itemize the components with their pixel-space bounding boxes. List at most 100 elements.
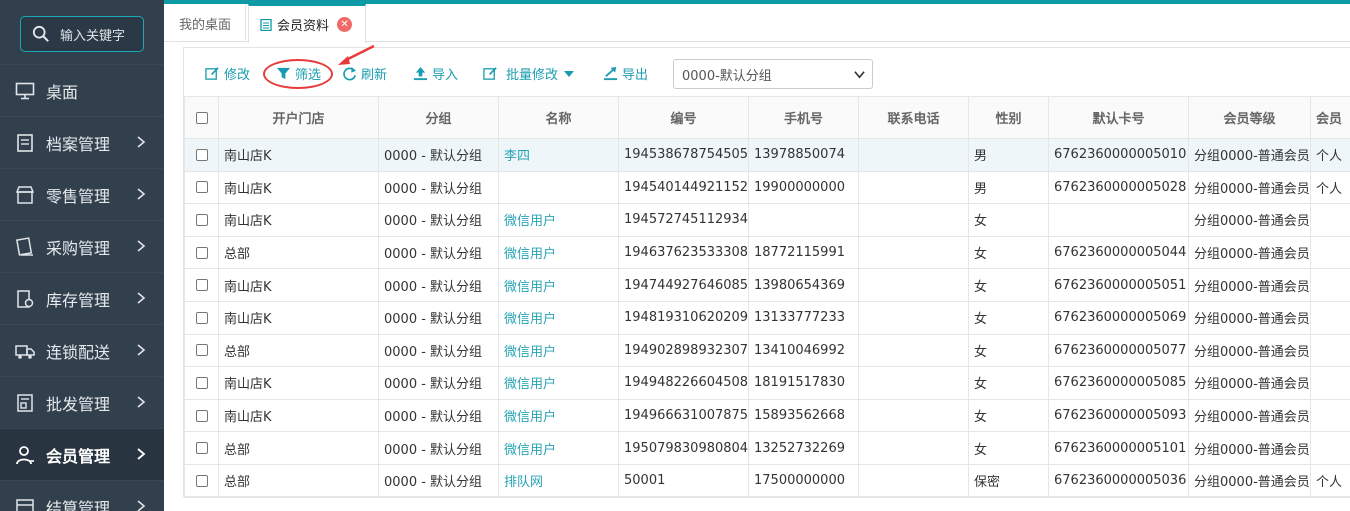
sidebar-item-desktop[interactable]: 桌面 <box>0 64 164 116</box>
id-cell: 1949028989323079 <box>618 333 749 368</box>
sidebar-item-retail[interactable]: 零售管理 <box>0 168 164 220</box>
sidebar-item-wholesale[interactable]: 批发管理 <box>0 376 164 428</box>
phone-cell <box>858 463 969 498</box>
sidebar-item-archive[interactable]: 档案管理 <box>0 116 164 168</box>
column-header[interactable]: 会员等级 <box>1188 96 1311 139</box>
row-checkbox[interactable] <box>195 474 208 487</box>
row-checkbox[interactable] <box>195 279 208 292</box>
column-header[interactable]: 名称 <box>498 96 619 139</box>
row-checkbox[interactable] <box>195 442 208 455</box>
select-all-checkbox-cell[interactable] <box>184 96 219 139</box>
batch-edit-button[interactable]: 批量修改 <box>483 64 578 83</box>
column-header[interactable]: 分组 <box>378 96 499 139</box>
table-row[interactable]: 总部 0000 - 默认分组 微信用户 1950798309808041 1325273… <box>184 431 1350 465</box>
row-checkbox[interactable] <box>195 148 208 161</box>
sidebar-item-settlement[interactable]: 结算管理 <box>0 480 164 511</box>
chevron-down-icon <box>854 71 865 79</box>
column-header[interactable]: 编号 <box>618 96 749 139</box>
tab-my-desktop[interactable]: 我的桌面 <box>164 4 246 42</box>
column-header[interactable]: 开户门店 <box>218 96 379 139</box>
tab-label: 会员资料 <box>277 19 330 34</box>
type-cell <box>1310 235 1350 270</box>
edit-button[interactable]: 修改 <box>205 64 250 83</box>
table-row[interactable]: 南山店K 0000 - 默认分组 微信用户 1948193106202095 13133… <box>184 300 1350 335</box>
name-cell[interactable]: 李四 <box>498 138 619 172</box>
row-checkbox[interactable] <box>195 181 208 194</box>
row-checkbox-cell[interactable] <box>184 463 219 498</box>
close-tab-icon[interactable]: ✕ <box>337 17 353 32</box>
column-header[interactable]: 联系电话 <box>858 96 969 139</box>
type-cell <box>1310 203 1350 237</box>
column-header[interactable]: 手机号 <box>748 96 859 139</box>
row-checkbox-cell[interactable] <box>184 431 219 465</box>
sidebar-item-purchase[interactable]: 采购管理 <box>0 220 164 272</box>
row-checkbox-cell[interactable] <box>184 268 219 302</box>
column-header[interactable]: 性别 <box>968 96 1049 139</box>
table-body: 南山店K 0000 - 默认分组 李四 1945386787545051 1397885… <box>184 138 1350 498</box>
row-checkbox-cell[interactable] <box>184 398 219 433</box>
row-checkbox-cell[interactable] <box>184 235 219 270</box>
row-checkbox-cell[interactable] <box>184 170 219 205</box>
gender-cell: 女 <box>968 235 1049 270</box>
sidebar-search[interactable]: 输入关键字 <box>20 16 144 52</box>
row-checkbox[interactable] <box>195 376 208 389</box>
row-checkbox[interactable] <box>195 409 208 422</box>
name-cell[interactable]: 微信用户 <box>498 235 619 270</box>
column-header[interactable]: 会员 <box>1310 96 1350 139</box>
name-cell[interactable]: 微信用户 <box>498 366 619 400</box>
filter-button[interactable]: 筛选 <box>276 64 321 83</box>
row-checkbox[interactable] <box>195 311 208 324</box>
table-row[interactable]: 总部 0000 - 默认分组 微信用户 1949028989323079 1341004… <box>184 333 1350 368</box>
phone-cell <box>858 268 969 302</box>
name-cell[interactable]: 微信用户 <box>498 203 619 237</box>
chevron-right-icon <box>137 344 146 356</box>
sidebar-item-inventory[interactable]: 库存管理 <box>0 272 164 324</box>
table-row[interactable]: 总部 0000 - 默认分组 排队网 50001 17500000000 保密 676236… <box>184 463 1350 498</box>
export-button[interactable]: 导出 <box>603 64 648 83</box>
row-checkbox[interactable] <box>195 344 208 357</box>
name-cell[interactable] <box>498 170 619 205</box>
column-header[interactable]: 默认卡号 <box>1048 96 1189 139</box>
row-checkbox-cell[interactable] <box>184 333 219 368</box>
table-row[interactable]: 南山店K 0000 - 默认分组 李四 1945386787545051 1397885… <box>184 138 1350 172</box>
name-cell[interactable]: 微信用户 <box>498 268 619 302</box>
edit-icon <box>483 67 497 80</box>
group-cell: 0000 - 默认分组 <box>378 431 499 465</box>
caret-down-icon <box>564 70 575 77</box>
tab-member-profile[interactable]: 会员资料 ✕ <box>248 4 366 43</box>
row-checkbox-cell[interactable] <box>184 300 219 335</box>
card-cell: 6762360000005051 <box>1048 268 1189 302</box>
purchase-icon <box>14 236 36 258</box>
row-checkbox-cell[interactable] <box>184 203 219 237</box>
group-select[interactable]: 0000-默认分组 <box>673 59 873 89</box>
id-cell: 50001 <box>618 463 749 498</box>
table-row[interactable]: 南山店K 0000 - 默认分组 1945401449211523 199000000… <box>184 170 1350 205</box>
name-cell[interactable]: 微信用户 <box>498 333 619 368</box>
filter-icon <box>276 67 291 80</box>
row-checkbox[interactable] <box>195 246 208 259</box>
row-checkbox-cell[interactable] <box>184 138 219 172</box>
refresh-button[interactable]: 刷新 <box>342 64 387 83</box>
type-cell <box>1310 268 1350 302</box>
table-row[interactable]: 南山店K 0000 - 默认分组 微信用户 1949666310078754 15893… <box>184 398 1350 433</box>
sidebar-item-label: 会员管理 <box>46 446 111 466</box>
table-row[interactable]: 总部 0000 - 默认分组 微信用户 1946376235333087 1877211… <box>184 235 1350 270</box>
table-row[interactable]: 南山店K 0000 - 默认分组 微信用户 1945727451129344 女 分组00… <box>184 203 1350 237</box>
gender-cell: 男 <box>968 138 1049 172</box>
sidebar-item-delivery[interactable]: 连锁配送 <box>0 324 164 376</box>
name-cell[interactable]: 排队网 <box>498 463 619 498</box>
import-button[interactable]: 导入 <box>413 64 458 83</box>
select-all-checkbox[interactable] <box>195 111 208 124</box>
group-cell: 0000 - 默认分组 <box>378 300 499 335</box>
filter-label: 筛选 <box>295 68 322 83</box>
row-checkbox[interactable] <box>195 213 208 226</box>
sidebar-item-member[interactable]: 会员管理 <box>0 428 164 480</box>
row-checkbox-cell[interactable] <box>184 366 219 400</box>
phone-cell <box>858 203 969 237</box>
table-row[interactable]: 南山店K 0000 - 默认分组 微信用户 1949482266045083 18191… <box>184 366 1350 400</box>
name-cell[interactable]: 微信用户 <box>498 398 619 433</box>
name-cell[interactable]: 微信用户 <box>498 300 619 335</box>
type-cell <box>1310 398 1350 433</box>
table-row[interactable]: 南山店K 0000 - 默认分组 微信用户 1947449276460855 13980… <box>184 268 1350 302</box>
name-cell[interactable]: 微信用户 <box>498 431 619 465</box>
